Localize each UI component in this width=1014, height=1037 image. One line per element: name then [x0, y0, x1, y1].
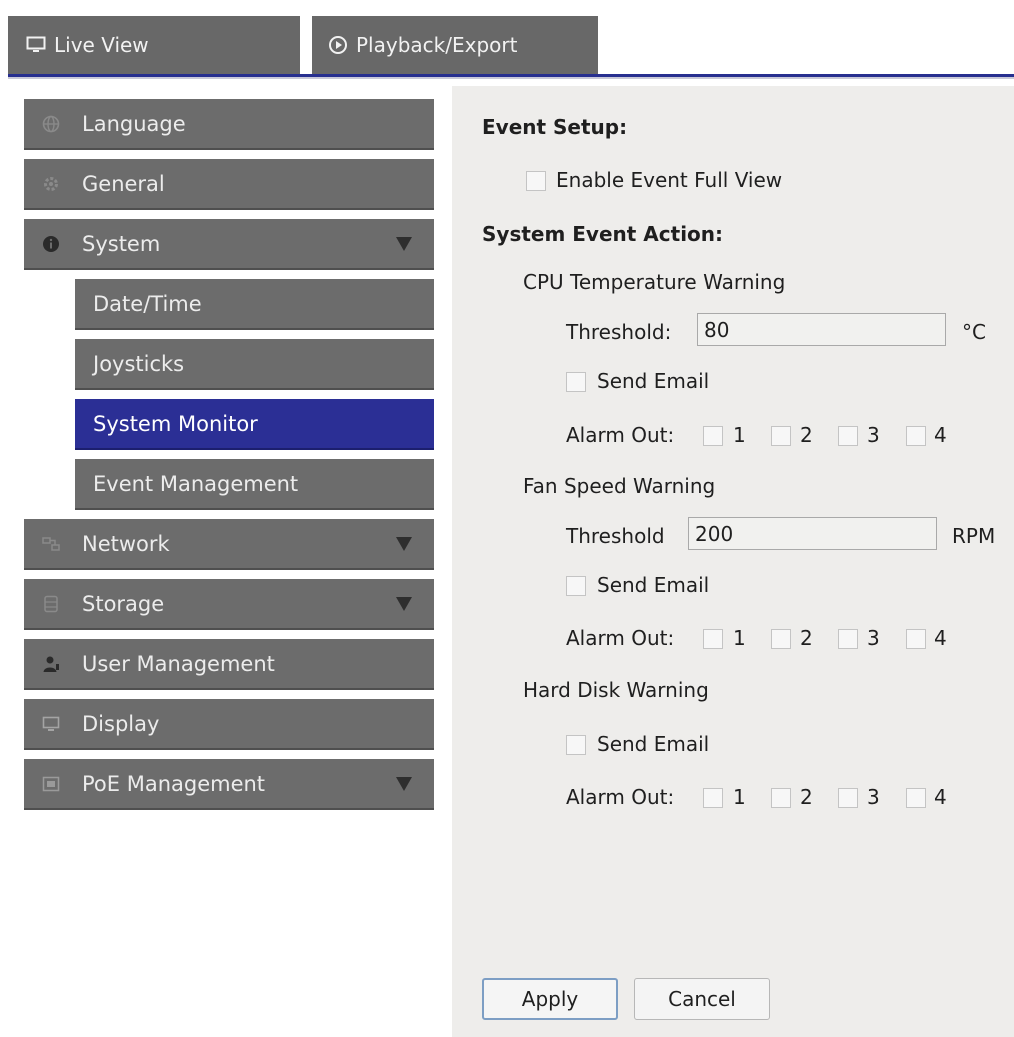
- fan-speed-warning-title: Fan Speed Warning: [523, 474, 716, 498]
- sidebar-item-poe-management[interactable]: PoE Management: [24, 759, 434, 810]
- cpu-send-email-label: Send Email: [597, 369, 710, 393]
- fan-alarm-out-4-checkbox[interactable]: [906, 629, 926, 649]
- sidebar-item-label: Network: [82, 531, 170, 556]
- fan-alarm-out-1-label: 1: [733, 626, 746, 650]
- sidebar-item-label: Display: [82, 711, 160, 736]
- play-circle-icon: [328, 35, 348, 55]
- chevron-down-icon: [396, 536, 412, 551]
- cpu-alarm-out-4-label: 4: [934, 423, 947, 447]
- cpu-alarm-out-3-label: 3: [867, 423, 880, 447]
- sidebar-item-general[interactable]: General: [24, 159, 434, 210]
- disk-alarm-out-3-checkbox[interactable]: [838, 788, 858, 808]
- sidebar-item-system-monitor[interactable]: System Monitor: [75, 399, 434, 450]
- tab-live-view[interactable]: Live View: [8, 16, 300, 74]
- fan-send-email-checkbox[interactable]: [566, 576, 586, 596]
- enable-event-full-view-checkbox[interactable]: [526, 171, 546, 191]
- disk-alarm-out-1-label: 1: [733, 785, 746, 809]
- fan-threshold-input[interactable]: [688, 517, 937, 550]
- fan-alarm-out-label: Alarm Out:: [566, 626, 675, 650]
- info-icon: [42, 235, 60, 253]
- cpu-threshold-label: Threshold:: [566, 320, 672, 344]
- hard-disk-warning-title: Hard Disk Warning: [523, 678, 709, 702]
- cpu-alarm-out-label: Alarm Out:: [566, 423, 675, 447]
- cpu-threshold-input[interactable]: [697, 313, 946, 346]
- tab-playback-export[interactable]: Playback/Export: [312, 16, 598, 74]
- storage-icon: [42, 595, 60, 613]
- cpu-alarm-out-2-checkbox[interactable]: [771, 426, 791, 446]
- tab-label: Playback/Export: [356, 33, 518, 57]
- network-icon: [42, 535, 60, 553]
- cpu-send-email-checkbox[interactable]: [566, 372, 586, 392]
- cpu-alarm-out-4-checkbox[interactable]: [906, 426, 926, 446]
- globe-icon: [42, 115, 60, 133]
- sidebar-item-label: Storage: [82, 591, 165, 616]
- disk-alarm-out-4-label: 4: [934, 785, 947, 809]
- sidebar-item-label: User Management: [82, 651, 275, 676]
- tab-label: Live View: [54, 33, 149, 57]
- fan-alarm-out-4-label: 4: [934, 626, 947, 650]
- chevron-down-icon: [396, 236, 412, 251]
- sidebar-item-storage[interactable]: Storage: [24, 579, 434, 630]
- top-tab-bar: Live View Playback/Export: [8, 16, 1014, 79]
- chevron-down-icon: [396, 776, 412, 791]
- sidebar-item-label: System Monitor: [93, 411, 258, 436]
- cancel-button[interactable]: Cancel: [634, 978, 770, 1020]
- cpu-alarm-out-1-checkbox[interactable]: [703, 426, 723, 446]
- sidebar-item-label: Language: [82, 111, 186, 136]
- sidebar-item-date-time[interactable]: Date/Time: [75, 279, 434, 330]
- fan-alarm-out-2-label: 2: [800, 626, 813, 650]
- cpu-alarm-out-2-label: 2: [800, 423, 813, 447]
- fan-alarm-out-3-label: 3: [867, 626, 880, 650]
- fan-alarm-out-3-checkbox[interactable]: [838, 629, 858, 649]
- disk-alarm-out-2-label: 2: [800, 785, 813, 809]
- gear-icon: [42, 175, 60, 193]
- sidebar-item-user-management[interactable]: User Management: [24, 639, 434, 690]
- monitor-icon: [42, 715, 60, 733]
- user-icon: [42, 655, 60, 673]
- sidebar-item-label: General: [82, 171, 165, 196]
- fan-threshold-label: Threshold: [566, 524, 665, 548]
- disk-alarm-out-1-checkbox[interactable]: [703, 788, 723, 808]
- sidebar-item-event-management[interactable]: Event Management: [75, 459, 434, 510]
- apply-button[interactable]: Apply: [482, 978, 618, 1020]
- chevron-down-icon: [396, 596, 412, 611]
- disk-alarm-out-label: Alarm Out:: [566, 785, 675, 809]
- sidebar-item-label: Date/Time: [93, 291, 202, 316]
- event-setup-heading: Event Setup:: [482, 115, 628, 139]
- fan-threshold-unit: RPM: [952, 524, 996, 548]
- sidebar-item-system[interactable]: System: [24, 219, 434, 270]
- sidebar-item-label: Joysticks: [93, 351, 185, 376]
- fan-send-email-label: Send Email: [597, 573, 710, 597]
- sidebar-item-label: PoE Management: [82, 771, 266, 796]
- fan-alarm-out-1-checkbox[interactable]: [703, 629, 723, 649]
- disk-send-email-checkbox[interactable]: [566, 735, 586, 755]
- disk-alarm-out-3-label: 3: [867, 785, 880, 809]
- sidebar-item-joysticks[interactable]: Joysticks: [75, 339, 434, 390]
- sidebar-item-language[interactable]: Language: [24, 99, 434, 150]
- sidebar-item-display[interactable]: Display: [24, 699, 434, 750]
- sidebar-item-label: Event Management: [93, 471, 299, 496]
- monitor-icon: [26, 36, 46, 54]
- tab-underline-shadow: [8, 77, 1014, 79]
- disk-send-email-label: Send Email: [597, 732, 710, 756]
- cpu-alarm-out-1-label: 1: [733, 423, 746, 447]
- cpu-threshold-unit: °C: [962, 320, 986, 344]
- sidebar-item-network[interactable]: Network: [24, 519, 434, 570]
- disk-alarm-out-2-checkbox[interactable]: [771, 788, 791, 808]
- disk-alarm-out-4-checkbox[interactable]: [906, 788, 926, 808]
- fan-alarm-out-2-checkbox[interactable]: [771, 629, 791, 649]
- poe-icon: [42, 775, 60, 793]
- system-event-action-heading: System Event Action:: [482, 222, 724, 246]
- sidebar-item-label: System: [82, 231, 161, 256]
- cpu-temperature-warning-title: CPU Temperature Warning: [523, 270, 786, 294]
- enable-event-full-view-label: Enable Event Full View: [556, 168, 783, 192]
- cpu-alarm-out-3-checkbox[interactable]: [838, 426, 858, 446]
